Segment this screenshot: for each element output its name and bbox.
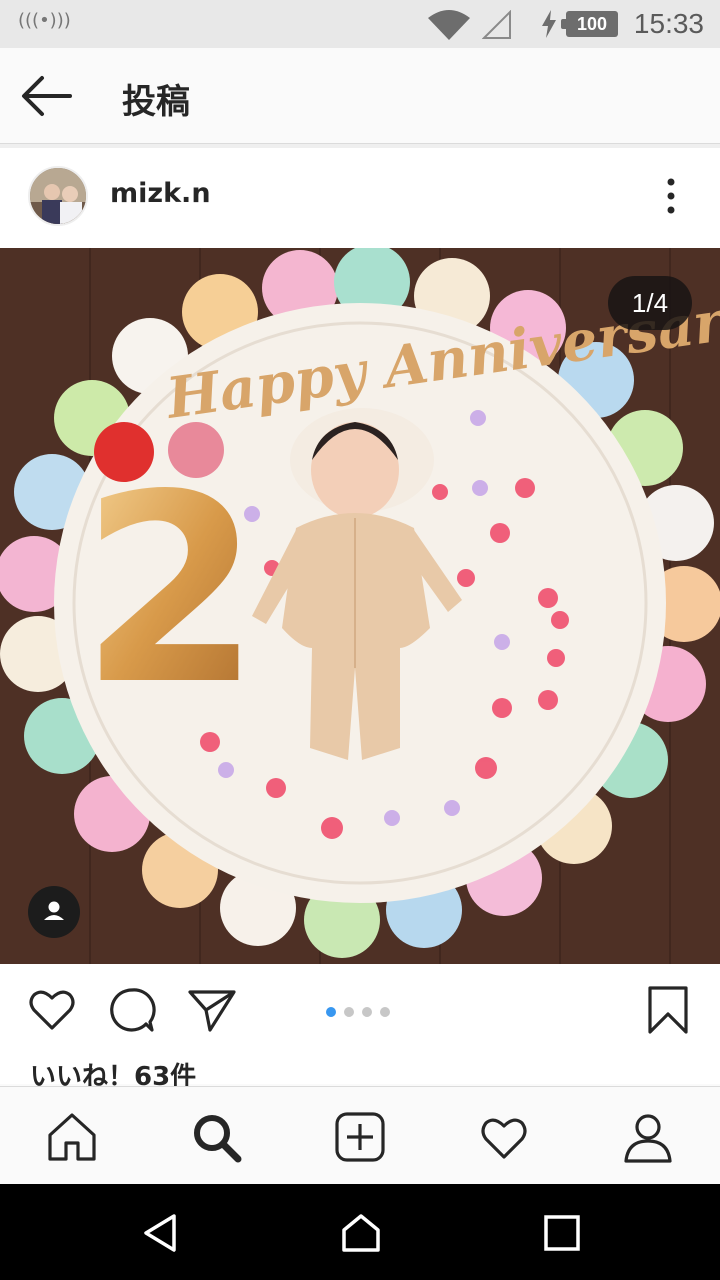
system-nav-bar	[0, 1184, 720, 1280]
page-title: 投稿	[122, 82, 190, 122]
carousel-dot	[344, 1007, 354, 1017]
cell-signal-icon	[482, 10, 511, 39]
clock: 15:33	[633, 8, 704, 39]
nav-home-icon[interactable]	[340, 1212, 382, 1254]
carousel-indicator	[326, 1002, 398, 1021]
more-options-icon[interactable]	[656, 176, 686, 216]
carousel-counter: 1/4	[608, 276, 692, 330]
carousel-dot	[380, 1007, 390, 1017]
profile-icon[interactable]	[620, 1109, 676, 1165]
nav-recents-icon[interactable]	[542, 1212, 582, 1254]
number-balloon: 2	[80, 440, 261, 742]
post-actions: いいね！63件	[0, 964, 720, 1092]
avatar[interactable]	[28, 166, 88, 226]
post-header: mizk.n	[0, 148, 720, 248]
post-photo[interactable]: Happy Anniversary 2 1/4	[0, 248, 720, 964]
app-header: 投稿	[0, 48, 720, 144]
battery-icon: 100	[561, 11, 618, 37]
carousel-dot-active	[326, 1007, 336, 1017]
heart-icon[interactable]	[26, 984, 78, 1036]
share-icon[interactable]	[186, 984, 238, 1036]
signal-indicator-icon: (((•)))	[18, 10, 71, 31]
nav-back-icon[interactable]	[140, 1212, 180, 1254]
charging-icon	[542, 10, 556, 38]
bottom-tab-bar	[0, 1086, 720, 1184]
carousel-dot	[362, 1007, 372, 1017]
username[interactable]: mizk.n	[110, 178, 211, 209]
activity-heart-icon[interactable]	[476, 1109, 532, 1165]
new-post-icon[interactable]	[332, 1109, 388, 1165]
home-icon[interactable]	[44, 1109, 100, 1165]
status-bar: (((•))) 100 15:33	[0, 0, 720, 48]
comment-icon[interactable]	[106, 984, 158, 1036]
photo-illustration: Happy Anniversary 2	[0, 248, 720, 964]
back-arrow-icon[interactable]	[18, 70, 74, 122]
person-icon	[44, 901, 64, 920]
wifi-icon	[428, 10, 470, 40]
tagged-users-button[interactable]	[28, 886, 80, 938]
search-icon[interactable]	[188, 1109, 244, 1165]
bookmark-icon[interactable]	[644, 984, 692, 1036]
